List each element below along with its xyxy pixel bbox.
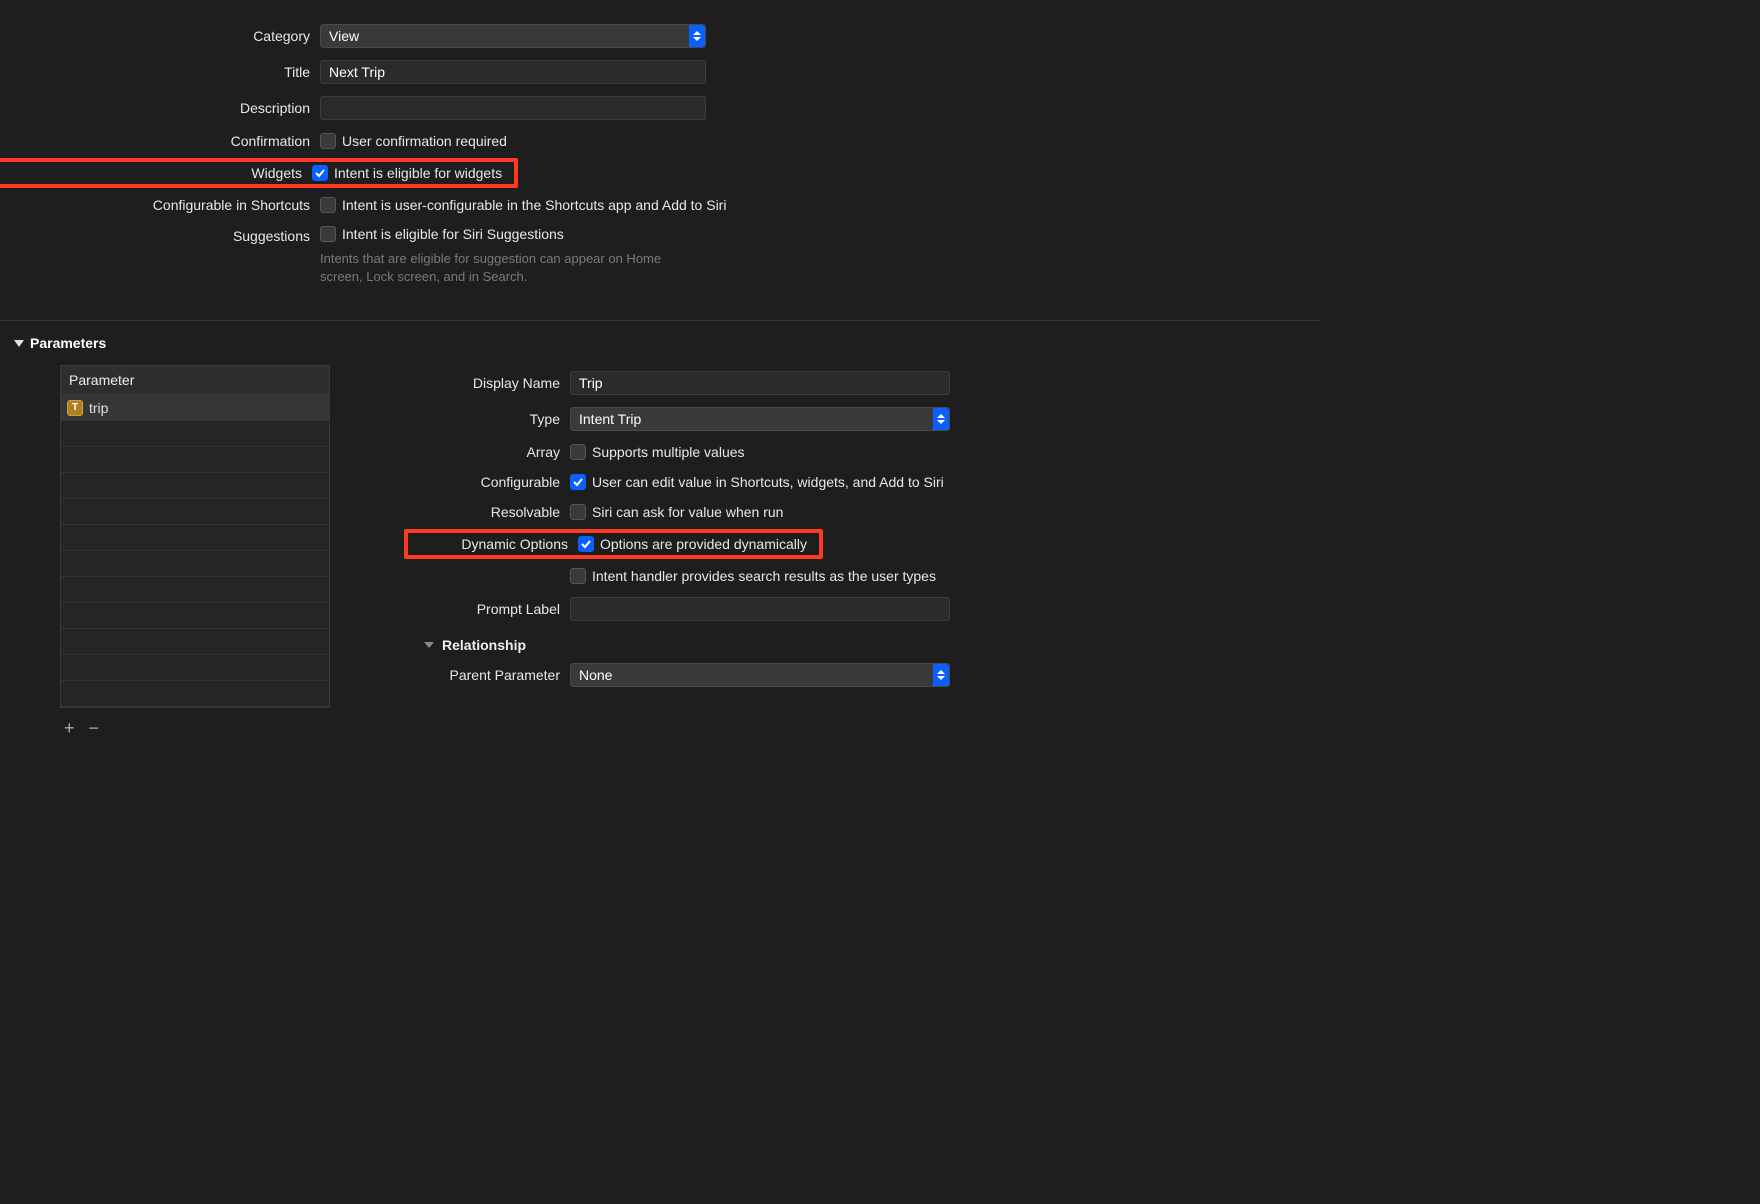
type-popup[interactable]: Intent Trip — [570, 407, 950, 431]
row-dynamic-options: Dynamic Options Options are provided dyn… — [400, 527, 1306, 561]
title-input[interactable]: Next Trip — [320, 60, 706, 84]
table-row — [61, 447, 329, 473]
add-parameter-button[interactable]: + — [64, 718, 75, 739]
table-row — [61, 473, 329, 499]
category-popup[interactable]: View — [320, 24, 706, 48]
shortcuts-checkbox[interactable] — [320, 197, 336, 213]
label-shortcuts: Configurable in Shortcuts — [0, 197, 320, 213]
dynamic-options-checkbox[interactable] — [578, 536, 594, 552]
label-display-name: Display Name — [400, 375, 570, 391]
row-resolvable: Resolvable Siri can ask for value when r… — [400, 497, 1306, 527]
row-suggestions: Suggestions Intent is eligible for Siri … — [0, 220, 1320, 292]
label-prompt-label: Prompt Label — [400, 601, 570, 617]
updown-stepper-icon — [933, 664, 949, 686]
label-dynamic-options: Dynamic Options — [408, 536, 578, 552]
row-confirmation: Confirmation User confirmation required — [0, 126, 1320, 156]
widgets-check-label: Intent is eligible for widgets — [334, 165, 502, 181]
parameter-table-wrap: Parameter T trip + − — [60, 365, 330, 749]
suggestions-help: Intents that are eligible for suggestion… — [320, 248, 700, 286]
prompt-label-input[interactable] — [570, 597, 950, 621]
table-row — [61, 603, 329, 629]
table-row — [61, 525, 329, 551]
label-type: Type — [400, 411, 570, 427]
label-title: Title — [0, 64, 320, 80]
row-array: Array Supports multiple values — [400, 437, 1306, 467]
parameter-row-name: trip — [89, 400, 108, 416]
confirmation-checkbox[interactable] — [320, 133, 336, 149]
confirmation-check-label: User confirmation required — [342, 133, 507, 149]
label-resolvable: Resolvable — [400, 504, 570, 520]
row-shortcuts: Configurable in Shortcuts Intent is user… — [0, 190, 1320, 220]
widgets-highlight: Widgets Intent is eligible for widgets — [0, 158, 518, 188]
label-parent-parameter: Parent Parameter — [400, 667, 570, 683]
label-array: Array — [400, 444, 570, 460]
disclosure-triangle-icon — [424, 642, 434, 648]
widgets-checkbox[interactable] — [312, 165, 328, 181]
table-row — [61, 681, 329, 707]
description-input[interactable] — [320, 96, 706, 120]
suggestions-check-label: Intent is eligible for Siri Suggestions — [342, 226, 564, 242]
row-widgets: Widgets Intent is eligible for widgets — [0, 156, 1320, 190]
parent-parameter-popup[interactable]: None — [570, 663, 950, 687]
row-title: Title Next Trip — [0, 54, 1320, 90]
updown-stepper-icon — [689, 25, 705, 47]
type-value: Intent Trip — [579, 411, 941, 427]
display-name-input[interactable]: Trip — [570, 371, 950, 395]
shortcuts-check-label: Intent is user-configurable in the Short… — [342, 197, 726, 213]
relationship-label: Relationship — [442, 637, 526, 653]
intent-attributes-section: Category View Title Next Trip Descriptio… — [0, 0, 1320, 320]
parameter-table: Parameter T trip — [60, 365, 330, 708]
row-description: Description — [0, 90, 1320, 126]
row-search-results: Intent handler provides search results a… — [400, 561, 1306, 591]
array-check-label: Supports multiple values — [592, 444, 745, 460]
configurable-check-label: User can edit value in Shortcuts, widget… — [592, 474, 944, 490]
search-results-check-label: Intent handler provides search results a… — [592, 568, 936, 584]
label-suggestions: Suggestions — [0, 226, 320, 244]
table-row — [61, 551, 329, 577]
label-description: Description — [0, 100, 320, 116]
resolvable-checkbox[interactable] — [570, 504, 586, 520]
suggestions-checkbox[interactable] — [320, 226, 336, 242]
parameters-body: Parameter T trip + − Display Name — [0, 355, 1320, 749]
resolvable-check-label: Siri can ask for value when run — [592, 504, 783, 520]
parameter-table-footer: + − — [60, 708, 330, 749]
category-value: View — [329, 28, 697, 44]
updown-stepper-icon — [933, 408, 949, 430]
parent-parameter-value: None — [579, 667, 941, 683]
label-configurable: Configurable — [400, 474, 570, 490]
row-prompt-label: Prompt Label — [400, 591, 1306, 627]
search-results-checkbox[interactable] — [570, 568, 586, 584]
parameters-header-label: Parameters — [30, 335, 106, 351]
dynamic-options-check-label: Options are provided dynamically — [600, 536, 807, 552]
parameter-table-header: Parameter — [61, 366, 329, 395]
row-configurable: Configurable User can edit value in Shor… — [400, 467, 1306, 497]
table-row — [61, 421, 329, 447]
row-type: Type Intent Trip — [400, 401, 1306, 437]
label-widgets: Widgets — [0, 165, 312, 181]
table-row — [61, 629, 329, 655]
parameter-row-trip[interactable]: T trip — [61, 395, 329, 421]
remove-parameter-button[interactable]: − — [89, 718, 100, 739]
label-confirmation: Confirmation — [0, 133, 320, 149]
label-category: Category — [0, 28, 320, 44]
configurable-checkbox[interactable] — [570, 474, 586, 490]
row-category: Category View — [0, 18, 1320, 54]
type-badge-icon: T — [67, 400, 83, 416]
dynamic-options-highlight: Dynamic Options Options are provided dyn… — [404, 529, 823, 559]
table-row — [61, 655, 329, 681]
relationship-subsection[interactable]: Relationship — [400, 627, 1306, 657]
array-checkbox[interactable] — [570, 444, 586, 460]
disclosure-triangle-icon — [14, 340, 24, 347]
row-display-name: Display Name Trip — [400, 365, 1306, 401]
table-row — [61, 499, 329, 525]
row-parent-parameter: Parent Parameter None — [400, 657, 1306, 693]
parameter-detail: Display Name Trip Type Intent Trip Array… — [400, 365, 1306, 749]
parameters-header[interactable]: Parameters — [0, 321, 1320, 355]
table-row — [61, 577, 329, 603]
